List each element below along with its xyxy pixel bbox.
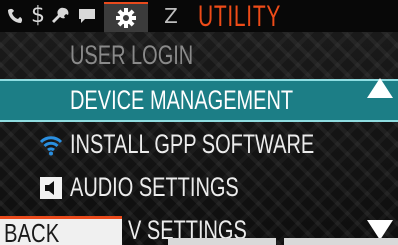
list-item-device-management[interactable]: DEVICE MANAGEMENT — [0, 79, 398, 122]
softkey-middle[interactable] — [168, 238, 276, 245]
back-button[interactable]: BACK — [0, 216, 122, 245]
list-item-user-login[interactable]: USER LOGIN — [0, 34, 398, 77]
wrench-icon[interactable] — [50, 4, 72, 28]
tab-settings[interactable] — [104, 2, 148, 32]
page-title: UTILITY — [198, 0, 282, 33]
list-item-install-gpp-software[interactable]: INSTALL GPP SOFTWARE — [0, 123, 398, 166]
device-screen: $ Z UTILITY USER LOGIN DEVICE MANAGEMENT… — [0, 0, 398, 245]
softkey-right[interactable] — [284, 238, 398, 245]
list-item-audio-settings[interactable]: AUDIO SETTINGS — [0, 166, 398, 209]
sleep-z-icon[interactable]: Z — [160, 4, 182, 28]
dollar-icon[interactable]: $ — [28, 4, 48, 28]
chat-bubble-icon[interactable] — [76, 4, 98, 28]
scroll-up-arrow-icon[interactable] — [366, 76, 394, 100]
list-item-label: DEVICE MANAGEMENT — [70, 85, 294, 115]
back-button-label: BACK — [4, 218, 60, 245]
list-item-label: INSTALL GPP SOFTWARE — [70, 129, 315, 159]
wifi-icon — [39, 136, 63, 156]
phone-icon[interactable] — [4, 4, 26, 28]
gear-icon — [116, 8, 136, 28]
menu-list: USER LOGIN DEVICE MANAGEMENT INSTALL GPP… — [0, 34, 398, 245]
tab-bar: $ Z UTILITY — [0, 0, 398, 33]
speaker-icon — [40, 177, 62, 199]
list-item-label: USER LOGIN — [70, 40, 194, 70]
list-item-label: AUDIO SETTINGS — [70, 172, 239, 202]
